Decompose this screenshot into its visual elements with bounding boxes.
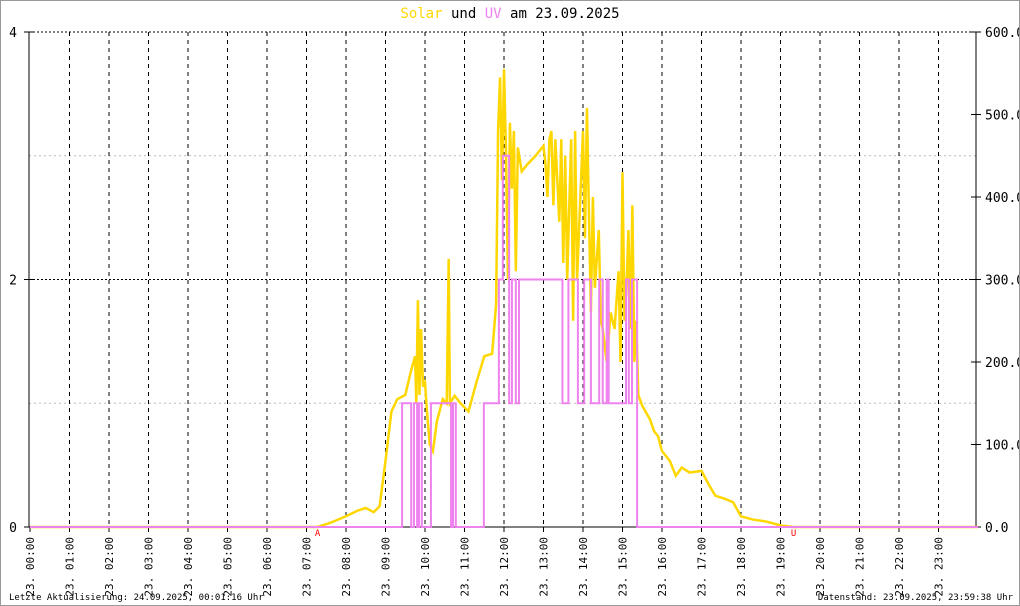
x-tick-label: 23. 04:00 [182, 537, 195, 597]
footer-data-status: Datenstand: 23.09.2025, 23:59:38 Uhr [817, 593, 1013, 603]
left-y-tick-label: 2 [9, 274, 17, 289]
x-tick-label: 23. 12:00 [498, 537, 511, 597]
x-tick-label: 23. 07:00 [301, 537, 314, 597]
right-y-tick-label: 400.0 [985, 191, 1020, 206]
x-tick-label: 23. 06:00 [261, 537, 274, 597]
left-y-tick-label: 0 [9, 521, 17, 536]
x-tick-label: 23. 22:00 [893, 537, 906, 597]
marker-u: U [791, 529, 796, 539]
x-tick-label: 23. 05:00 [222, 537, 235, 597]
footer-last-update: Letzte Aktualisierung: 24.09.2025, 00:01… [9, 593, 264, 603]
x-tick-label: 23. 03:00 [143, 537, 156, 597]
x-tick-label: 23. 08:00 [340, 537, 353, 597]
x-tick-label: 23. 10:00 [419, 537, 432, 597]
x-tick-label: 23. 11:00 [459, 537, 472, 597]
x-tick-label: 23. 20:00 [814, 537, 827, 597]
x-tick-label: 23. 19:00 [775, 537, 788, 597]
x-tick-label: 23. 21:00 [854, 537, 867, 597]
right-y-tick-label: 500.0 [985, 109, 1020, 124]
x-tick-label: 23. 09:00 [380, 537, 393, 597]
x-tick-label: 23. 15:00 [617, 537, 630, 597]
chart-plot: 23. 00:00 23. 01:00 23. 02:00 23. 03:00 23. … [9, 26, 1020, 597]
x-tick-label: 23. 00:00 [24, 537, 37, 597]
x-tick-label: 23. 13:00 [538, 537, 551, 597]
right-y-tick-label: 600.0 [985, 26, 1020, 41]
right-y-tick-label: 300.0 [985, 274, 1020, 289]
x-tick-label: 23. 14:00 [577, 537, 590, 597]
x-tick-label: 23. 16:00 [656, 537, 669, 597]
x-tick-label: 23. 01:00 [64, 537, 77, 597]
x-tick-label: 23. 17:00 [696, 537, 709, 597]
left-y-tick-label: 4 [9, 26, 17, 41]
right-y-tick-label: 100.0 [985, 439, 1020, 454]
x-tick-label: 23. 18:00 [735, 537, 748, 597]
x-tick-label: 23. 23:00 [933, 537, 946, 597]
chart-window: Solar und UV am 23.09.2025 23. 00:00 23. … [0, 0, 1020, 606]
marker-a: A [315, 529, 321, 539]
right-y-tick-label: 0.0 [985, 521, 1008, 536]
x-tick-label: 23. 02:00 [103, 537, 116, 597]
right-y-tick-label: 200.0 [985, 356, 1020, 371]
